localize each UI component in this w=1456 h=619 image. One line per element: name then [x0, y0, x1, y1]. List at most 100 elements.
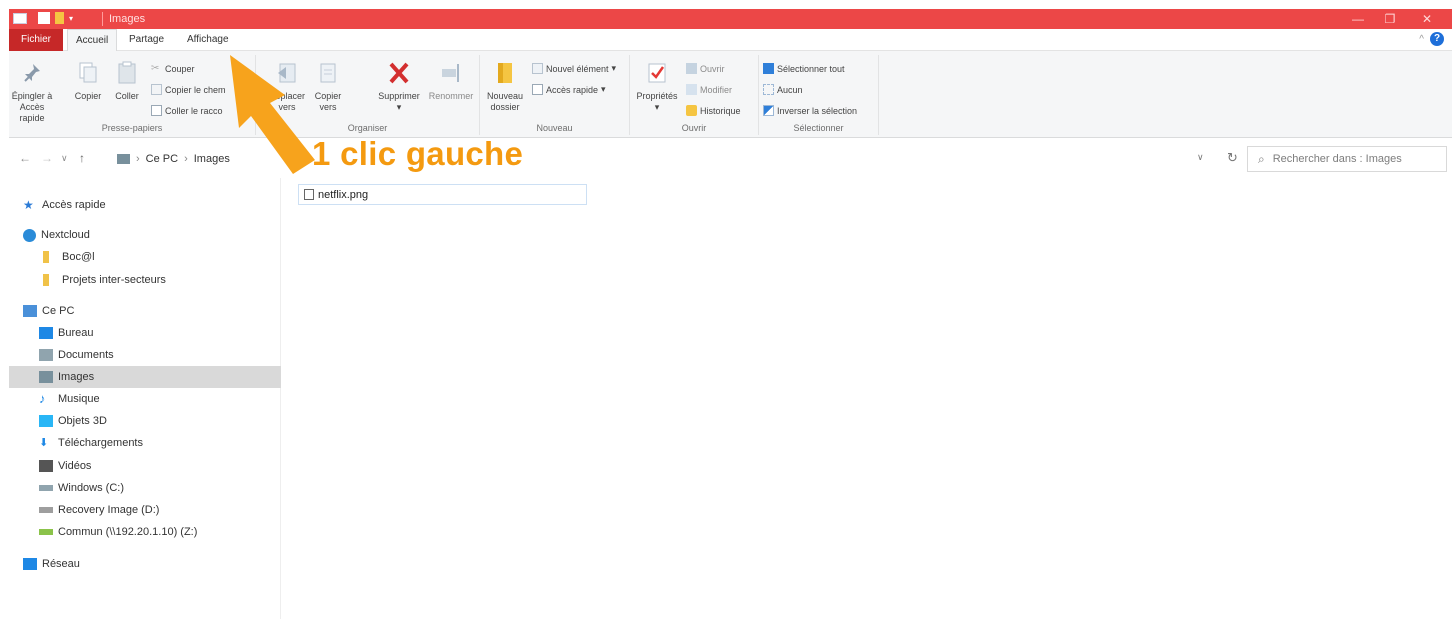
- copy-path-button[interactable]: Copier le chem: [151, 84, 226, 95]
- group-ouvrir: Propriétés ▾ Ouvrir Modifier Historique …: [630, 55, 759, 135]
- history-button[interactable]: Historique: [686, 105, 741, 116]
- tab-partage[interactable]: Partage: [121, 29, 172, 51]
- nav-item[interactable]: Projets inter-secteurs: [9, 269, 281, 291]
- properties-button[interactable]: Propriétés ▾: [632, 61, 682, 113]
- open-label: Ouvrir: [700, 63, 725, 74]
- pictures-location-icon: [117, 154, 130, 164]
- back-arrow-icon[interactable]: ←: [19, 151, 31, 165]
- copy-button[interactable]: Copier: [69, 61, 107, 102]
- address-dropdown-icon[interactable]: ∨: [1197, 152, 1204, 163]
- download-icon: ⬇: [39, 437, 49, 449]
- refresh-icon[interactable]: ↻: [1227, 150, 1238, 166]
- new-item-button[interactable]: Nouvel élément ▾: [532, 63, 616, 74]
- new-folder-button[interactable]: Nouveau dossier: [482, 61, 528, 113]
- nav-item[interactable]: Bureau: [9, 322, 281, 344]
- search-placeholder: Rechercher dans : Images: [1272, 153, 1402, 165]
- nav-item[interactable]: Images: [9, 366, 281, 388]
- cut-button[interactable]: ✂ Couper: [151, 63, 195, 74]
- new-folder-icon: [498, 63, 512, 83]
- nav-item[interactable]: Documents: [9, 344, 281, 366]
- paste-shortcut-button[interactable]: Coller le racco: [151, 105, 223, 116]
- group-presse-papiers: Épingler à Accès rapide Copier Coller ✂ C…: [9, 55, 256, 135]
- search-icon: ⌕: [1258, 151, 1265, 166]
- recent-locations-icon[interactable]: ∨: [61, 153, 68, 164]
- nav-item-label: Documents: [58, 349, 114, 361]
- group-label-nouveau: Nouveau: [536, 123, 573, 133]
- nav-item-label: Réseau: [42, 558, 80, 570]
- paste-button[interactable]: Coller: [108, 61, 146, 102]
- quick-access-dropdown-icon[interactable]: ▾: [69, 14, 73, 23]
- annotation-arrow-icon: [230, 55, 315, 174]
- breadcrumb-separator-icon[interactable]: ›: [184, 153, 188, 165]
- nav-item[interactable]: Recovery Image (D:): [9, 499, 281, 521]
- nav-item[interactable]: Boc@l: [9, 246, 281, 268]
- drive-icon: [39, 507, 53, 513]
- nav-item[interactable]: Ce PC: [9, 300, 281, 322]
- select-none-button[interactable]: Aucun: [763, 84, 803, 95]
- copy-icon: [79, 62, 97, 83]
- edit-button[interactable]: Modifier: [686, 84, 732, 95]
- paste-icon: [118, 61, 136, 84]
- pin-icon: [24, 64, 40, 82]
- drive-icon: [39, 485, 53, 491]
- delete-dropdown-icon[interactable]: ▾: [374, 102, 424, 113]
- ribbon-tabs: Fichier Accueil Partage Affichage ^ ?: [9, 29, 1452, 52]
- nav-item[interactable]: ⬇ Téléchargements: [9, 432, 281, 454]
- close-button[interactable]: ✕: [1418, 11, 1436, 27]
- breadcrumb-ce-pc[interactable]: Ce PC: [146, 153, 178, 165]
- nextcloud-icon: [23, 228, 36, 242]
- nav-item[interactable]: Commun (\\192.20.1.10) (Z:): [9, 521, 281, 543]
- nav-item[interactable]: Objets 3D: [9, 410, 281, 432]
- properties-dropdown-icon[interactable]: ▾: [632, 102, 682, 113]
- nav-item[interactable]: Vidéos: [9, 455, 281, 477]
- video-icon: [39, 460, 53, 472]
- nav-item[interactable]: ★ Accès rapide: [9, 194, 281, 216]
- pin-label-2: Accès rapide: [19, 102, 45, 123]
- network-drive-icon: [39, 529, 53, 535]
- help-icon[interactable]: ?: [1430, 32, 1444, 46]
- copy-label: Copier: [74, 91, 102, 101]
- scissors-icon: ✂: [151, 63, 160, 74]
- breadcrumb: › Ce PC › Images: [117, 149, 230, 169]
- up-arrow-icon[interactable]: ↑: [79, 151, 85, 165]
- tab-affichage[interactable]: Affichage: [179, 29, 237, 51]
- open-button[interactable]: Ouvrir: [686, 63, 725, 74]
- select-all-label: Sélectionner tout: [777, 63, 845, 74]
- pin-label-1: Épingler à: [11, 91, 53, 101]
- tab-accueil[interactable]: Accueil: [67, 29, 118, 52]
- properties-quick-icon[interactable]: [38, 12, 50, 24]
- nav-item[interactable]: Nextcloud: [9, 224, 281, 246]
- nav-item[interactable]: ♪ Musique: [9, 388, 281, 410]
- navigation-pane: ★ Accès rapide Nextcloud Boc@l Projets inter…: [9, 178, 281, 619]
- file-item[interactable]: netflix.png: [298, 184, 587, 205]
- title-separator: [102, 12, 103, 26]
- copy-path-icon: [151, 84, 162, 95]
- breadcrumb-separator-icon[interactable]: ›: [136, 153, 140, 165]
- invert-selection-button[interactable]: Inverser la sélection: [763, 105, 857, 116]
- tab-fichier[interactable]: Fichier: [9, 29, 63, 51]
- nav-item[interactable]: Windows (C:): [9, 477, 281, 499]
- nav-item[interactable]: Réseau: [9, 553, 281, 575]
- objects-3d-icon: [39, 415, 53, 427]
- minimize-button[interactable]: —: [1349, 11, 1367, 27]
- documents-icon: [39, 349, 53, 361]
- title-bar: ▾ Images — ❐ ✕: [9, 9, 1452, 29]
- search-input[interactable]: ⌕ Rechercher dans : Images: [1247, 146, 1447, 172]
- pin-quick-access-button[interactable]: Épingler à Accès rapide: [9, 61, 55, 124]
- rename-button[interactable]: Renommer: [426, 61, 476, 102]
- forward-arrow-icon[interactable]: →: [41, 151, 53, 165]
- easy-access-icon: [532, 84, 543, 95]
- maximize-button[interactable]: ❐: [1381, 11, 1399, 27]
- file-name: netflix.png: [318, 188, 369, 201]
- new-folder-quick-icon[interactable]: [55, 12, 64, 24]
- nav-item-label: Commun (\\192.20.1.10) (Z:): [58, 526, 198, 538]
- paste-label: Coller: [115, 91, 139, 101]
- easy-access-button[interactable]: Accès rapide ▾: [532, 84, 606, 95]
- collapse-ribbon-icon[interactable]: ^: [1419, 34, 1424, 45]
- nav-item-label: Musique: [58, 393, 100, 405]
- delete-button[interactable]: Supprimer ▾: [374, 61, 424, 113]
- delete-x-icon: [389, 62, 409, 84]
- invert-selection-icon: [763, 105, 774, 116]
- paste-shortcut-icon: [151, 105, 162, 116]
- select-all-button[interactable]: Sélectionner tout: [763, 63, 845, 74]
